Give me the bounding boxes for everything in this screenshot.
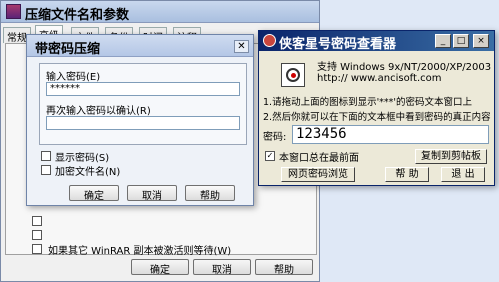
password-help-button[interactable]: 帮助: [185, 185, 235, 202]
archive-window-titlebar[interactable]: 压缩文件名和参数: [1, 1, 319, 23]
password-viewer-window: 侠客星号密码查看器 _ □ × 支持 Windows 9x/NT/2000/XP…: [258, 30, 495, 186]
wait-other-winrar-checkbox[interactable]: [32, 244, 42, 254]
password-dialog-title: 带密码压缩: [35, 42, 101, 57]
archive-cancel-button[interactable]: 取消: [193, 259, 251, 276]
archive-help-button[interactable]: 帮助: [255, 259, 313, 276]
password-ok-button[interactable]: 确定: [69, 185, 119, 202]
instruction-step-1: 1.请拖动上面的图标到显示'***'的密码文本窗口上: [263, 97, 473, 108]
drag-finder-icon[interactable]: [281, 63, 305, 87]
revealed-password-field[interactable]: 123456: [292, 125, 489, 144]
website-link[interactable]: http:// www.ancisoft.com: [317, 73, 441, 84]
archive-option-checkbox[interactable]: [32, 230, 42, 240]
password-dialog: 带密码压缩 ✕ 输入密码(E) ****** 再次输入密码以确认(R) 显示密码…: [26, 34, 254, 206]
minimize-icon[interactable]: _: [435, 34, 451, 48]
reenter-password-input[interactable]: [46, 116, 240, 130]
show-password-label: 显示密码(S): [55, 153, 110, 164]
close-icon[interactable]: ×: [473, 34, 489, 48]
archive-window-title: 压缩文件名和参数: [25, 8, 130, 23]
archive-option-checkbox[interactable]: [32, 216, 42, 226]
app-icon: [263, 34, 276, 47]
viewer-exit-button[interactable]: 退 出: [441, 167, 485, 182]
viewer-title: 侠客星号密码查看器: [279, 37, 397, 52]
reenter-password-label: 再次输入密码以确认(R): [46, 106, 151, 117]
maximize-icon[interactable]: □: [453, 34, 469, 48]
password-dialog-titlebar[interactable]: 带密码压缩 ✕: [27, 35, 253, 57]
always-on-top-label: 本窗口总在最前面: [279, 153, 359, 164]
enter-password-label: 输入密码(E): [46, 72, 101, 83]
password-cancel-button[interactable]: 取消: [127, 185, 177, 202]
password-input-group: 输入密码(E) ****** 再次输入密码以确认(R): [39, 63, 247, 145]
web-password-browse-button[interactable]: 网页密码浏览: [281, 167, 355, 182]
winrar-icon: [6, 4, 21, 19]
wait-other-winrar-label: 如果其它 WinRAR 副本被激活则等待(W): [48, 246, 232, 257]
support-text: 支持 Windows 9x/NT/2000/XP/2003: [317, 62, 492, 73]
instruction-step-2: 2.然后你就可以在下面的文本框中看到密码的真正内容: [263, 112, 491, 123]
viewer-titlebar[interactable]: 侠客星号密码查看器 _ □ ×: [259, 31, 494, 52]
password-input[interactable]: ******: [46, 82, 240, 96]
encrypt-filenames-checkbox[interactable]: [41, 165, 51, 175]
encrypt-filenames-label: 加密文件名(N): [55, 167, 121, 178]
password-label: 密码:: [263, 132, 287, 143]
close-icon[interactable]: ✕: [234, 40, 249, 53]
show-password-checkbox[interactable]: [41, 151, 51, 161]
always-on-top-checkbox[interactable]: ✓: [265, 151, 275, 161]
copy-to-clipboard-button[interactable]: 复制到剪帖板: [415, 149, 487, 164]
archive-ok-button[interactable]: 确定: [131, 259, 189, 276]
viewer-help-button[interactable]: 帮 助: [385, 167, 429, 182]
